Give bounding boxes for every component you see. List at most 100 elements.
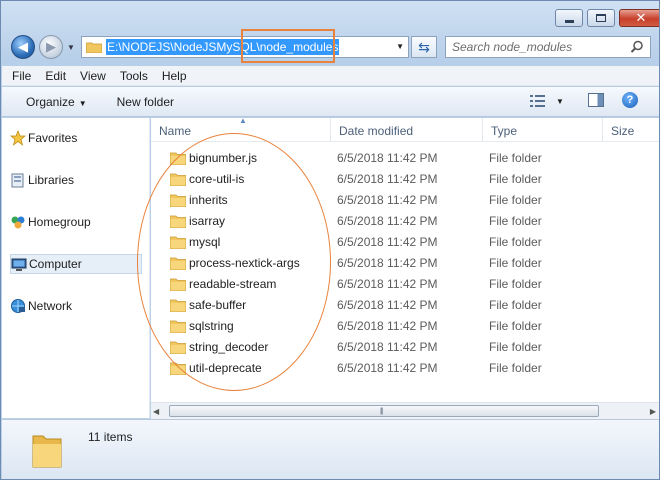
address-bar[interactable]: E:\NODEJS\NodeJSMySQL\node_modules ▼ — [81, 36, 409, 58]
menu-file[interactable]: File — [12, 69, 31, 83]
search-icon[interactable] — [630, 40, 644, 54]
sort-ascending-icon: ▲ — [239, 116, 247, 125]
folder-icon — [32, 435, 62, 468]
new-folder-button[interactable]: New folder — [117, 95, 174, 109]
file-type: File folder — [489, 172, 542, 186]
file-date: 6/5/2018 11:42 PM — [337, 235, 438, 249]
scrollbar-thumb[interactable]: ||| — [169, 405, 599, 417]
address-path[interactable]: E:\NODEJS\NodeJSMySQL\node_modules — [106, 39, 340, 55]
menu-view[interactable]: View — [80, 69, 106, 83]
folder-icon — [170, 194, 186, 207]
file-row[interactable]: mysql 6/5/2018 11:42 PM File folder — [151, 232, 659, 253]
minimize-button[interactable] — [555, 9, 583, 27]
homegroup-icon — [11, 216, 25, 229]
file-type: File folder — [489, 193, 542, 207]
maximize-button[interactable] — [587, 9, 615, 27]
column-label: Name — [159, 124, 192, 138]
file-type: File folder — [489, 361, 542, 375]
folder-icon — [170, 278, 186, 291]
file-row[interactable]: bignumber.js 6/5/2018 11:42 PM File folder — [151, 148, 659, 169]
folder-icon — [170, 152, 186, 165]
nav-homegroup[interactable]: Homegroup — [10, 212, 142, 232]
star-icon — [10, 130, 26, 146]
column-label: Type — [491, 124, 518, 138]
column-label: Size — [611, 124, 635, 138]
file-row[interactable]: process-nextick-args 6/5/2018 11:42 PM Fil… — [151, 253, 659, 274]
file-date: 6/5/2018 11:42 PM — [337, 151, 438, 165]
scroll-right-icon[interactable]: ▶ — [650, 407, 656, 416]
file-date: 6/5/2018 11:42 PM — [337, 298, 438, 312]
nav-computer[interactable]: Computer — [10, 254, 142, 274]
folder-icon — [170, 320, 186, 333]
column-header-size[interactable]: Size — [603, 118, 659, 142]
minimize-icon — [564, 19, 574, 23]
grip-icon: ||| — [380, 408, 384, 415]
nav-libraries[interactable]: Libraries — [10, 170, 142, 190]
search-box[interactable] — [445, 36, 651, 58]
file-type: File folder — [489, 214, 542, 228]
forward-button[interactable]: ▶ — [39, 35, 63, 59]
file-date: 6/5/2018 11:42 PM — [337, 193, 438, 207]
back-arrow-icon: ◀ — [18, 39, 28, 54]
file-name: inherits — [189, 193, 228, 207]
menu-edit[interactable]: Edit — [45, 69, 66, 83]
file-row[interactable]: string_decoder 6/5/2018 11:42 PM File fold… — [151, 337, 659, 358]
column-header-date[interactable]: Date modified — [331, 118, 483, 142]
folder-icon — [170, 215, 186, 228]
file-row[interactable]: readable-stream 6/5/2018 11:42 PM File fol… — [151, 274, 659, 295]
folder-icon — [86, 42, 102, 53]
change-view-button[interactable]: ▼ — [530, 95, 564, 107]
nav-favorites[interactable]: Favorites — [10, 128, 142, 148]
file-type: File folder — [489, 256, 542, 270]
back-button[interactable]: ◀ — [11, 35, 35, 59]
nav-label: Favorites — [28, 131, 78, 145]
file-row[interactable]: safe-buffer 6/5/2018 11:42 PM File folder — [151, 295, 659, 316]
folder-icon — [170, 299, 186, 312]
network-icon — [11, 299, 25, 313]
column-header-type[interactable]: Type — [483, 118, 603, 142]
refresh-button[interactable]: ⇆ — [411, 36, 437, 58]
file-name: mysql — [189, 235, 221, 249]
file-date: 6/5/2018 11:42 PM — [337, 340, 438, 354]
nav-network[interactable]: Network — [10, 296, 142, 316]
file-name: isarray — [189, 214, 226, 228]
file-row[interactable]: util-deprecate 6/5/2018 11:42 PM File fold… — [151, 358, 659, 379]
file-date: 6/5/2018 11:42 PM — [337, 172, 438, 186]
folder-icon — [170, 341, 186, 354]
folder-icon — [170, 173, 186, 186]
file-name: core-util-is — [189, 172, 245, 186]
command-bar: Organize ▼ New folder ▼ ? — [2, 87, 659, 117]
view-list-icon — [530, 95, 545, 107]
menu-tools[interactable]: Tools — [120, 69, 148, 83]
close-button[interactable]: ✕ — [619, 9, 659, 27]
file-row[interactable]: sqlstring 6/5/2018 11:42 PM File folder — [151, 316, 659, 337]
file-type: File folder — [489, 235, 542, 249]
file-row[interactable]: inherits 6/5/2018 11:42 PM File folder — [151, 190, 659, 211]
navigation-pane: Favorites Libraries Homegroup Computer N… — [2, 118, 150, 418]
refresh-icon: ⇆ — [418, 38, 430, 55]
nav-label: Libraries — [28, 173, 75, 187]
address-dropdown-icon[interactable]: ▼ — [396, 42, 404, 51]
file-name: sqlstring — [189, 319, 234, 333]
forward-arrow-icon: ▶ — [46, 39, 56, 54]
folder-icon — [170, 362, 186, 375]
file-row[interactable]: core-util-is 6/5/2018 11:42 PM File folder — [151, 169, 659, 190]
horizontal-scrollbar[interactable]: ◀ ||| ▶ — [151, 402, 659, 419]
file-name: readable-stream — [189, 277, 277, 291]
preview-pane-button[interactable] — [588, 93, 604, 107]
recent-pages-dropdown[interactable]: ▼ — [67, 43, 75, 52]
chevron-down-icon: ▼ — [556, 96, 564, 106]
menu-help[interactable]: Help — [162, 69, 187, 83]
file-name: string_decoder — [189, 340, 269, 354]
search-input[interactable] — [452, 40, 624, 54]
file-row[interactable]: isarray 6/5/2018 11:42 PM File folder — [151, 211, 659, 232]
organize-button[interactable]: Organize ▼ — [26, 95, 87, 109]
column-header-name[interactable]: ▲ Name — [151, 116, 331, 142]
file-list: ▲ Name Date modified Type Size bignumber.… — [151, 116, 659, 418]
file-name: util-deprecate — [189, 361, 262, 375]
scroll-left-icon[interactable]: ◀ — [153, 407, 159, 416]
column-label: Date modified — [339, 124, 414, 138]
chevron-down-icon: ▼ — [78, 98, 87, 108]
help-button[interactable]: ? — [622, 92, 638, 108]
nav-label: Computer — [29, 257, 82, 271]
